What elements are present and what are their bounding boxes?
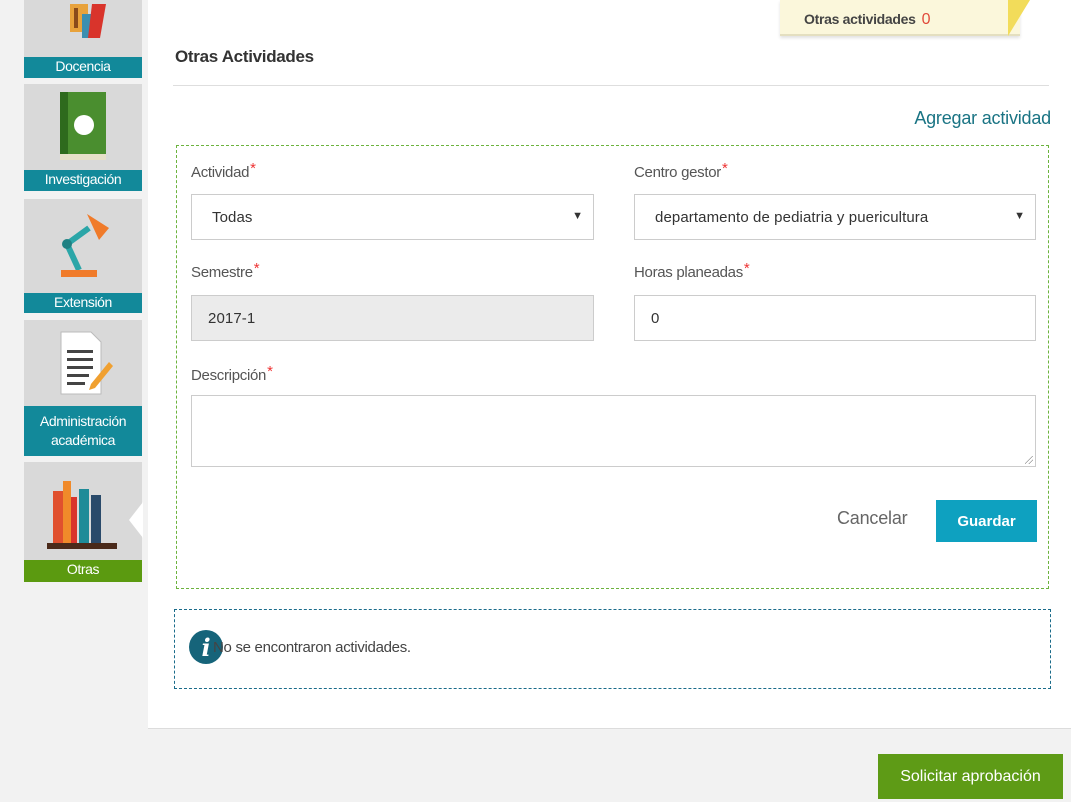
tag-label: Otras actividades [804, 11, 916, 27]
horas-input[interactable]: 0 [634, 295, 1036, 341]
centro-gestor-label: Centro gestor* [634, 160, 728, 181]
sidebar-item-investigacion[interactable]: Investigación [24, 84, 142, 191]
cancel-button[interactable]: Cancelar [837, 508, 908, 529]
semestre-field: 2017-1 [191, 295, 594, 341]
tag-fold-icon [1008, 0, 1030, 36]
actividad-select[interactable]: Todas ▼ [191, 194, 594, 240]
sidebar-item-label: Extensión [24, 293, 142, 313]
descripcion-textarea[interactable] [191, 395, 1036, 467]
descripcion-label: Descripción* [191, 363, 273, 384]
sidebar-item-otras[interactable]: Otras [24, 462, 143, 582]
activity-form: Actividad* Todas ▼ Centro gestor* depart… [176, 145, 1049, 589]
sidebar-item-label: Docencia [24, 57, 142, 78]
actividad-label: Actividad* [191, 160, 256, 181]
semestre-label: Semestre* [191, 260, 260, 281]
sidebar-item-docencia[interactable]: Docencia [24, 0, 142, 78]
dropdown-caret-icon: ▼ [1014, 210, 1025, 222]
horas-label: Horas planeadas* [634, 260, 750, 281]
divider [173, 85, 1049, 86]
save-button[interactable]: Guardar [936, 500, 1037, 542]
active-indicator [129, 502, 143, 538]
sidebar-item-extension[interactable]: Extensión [24, 199, 142, 313]
sidebar-item-label: Administración académica [24, 406, 142, 456]
page-title: Otras Actividades [175, 47, 314, 66]
tag-count: 0 [921, 11, 931, 28]
activities-counter-tag: Otras actividades 0 [780, 0, 1038, 36]
add-activity-link[interactable]: Agregar actividad [914, 108, 1051, 129]
empty-state-message: i No se encontraron actividades. [174, 609, 1051, 689]
sidebar-item-administracion[interactable]: Administración académica [24, 320, 142, 456]
books-icon [24, 462, 142, 560]
dropdown-caret-icon: ▼ [572, 210, 583, 222]
sidebar-item-label: Investigación [24, 170, 142, 191]
document-pencil-icon [24, 320, 142, 406]
resize-handle-icon[interactable] [1025, 456, 1033, 464]
docencia-icon [24, 0, 142, 54]
main-panel: Otras actividades 0 Otras Actividades Agr… [148, 0, 1071, 729]
empty-state-text: No se encontraron actividades. [213, 639, 411, 656]
centro-gestor-select[interactable]: departamento de pediatria y puericultura… [634, 194, 1036, 240]
sidebar-item-label: Otras [24, 560, 142, 582]
request-approval-button[interactable]: Solicitar aprobación [878, 754, 1063, 799]
desk-lamp-icon [24, 199, 142, 293]
book-icon [24, 84, 142, 170]
